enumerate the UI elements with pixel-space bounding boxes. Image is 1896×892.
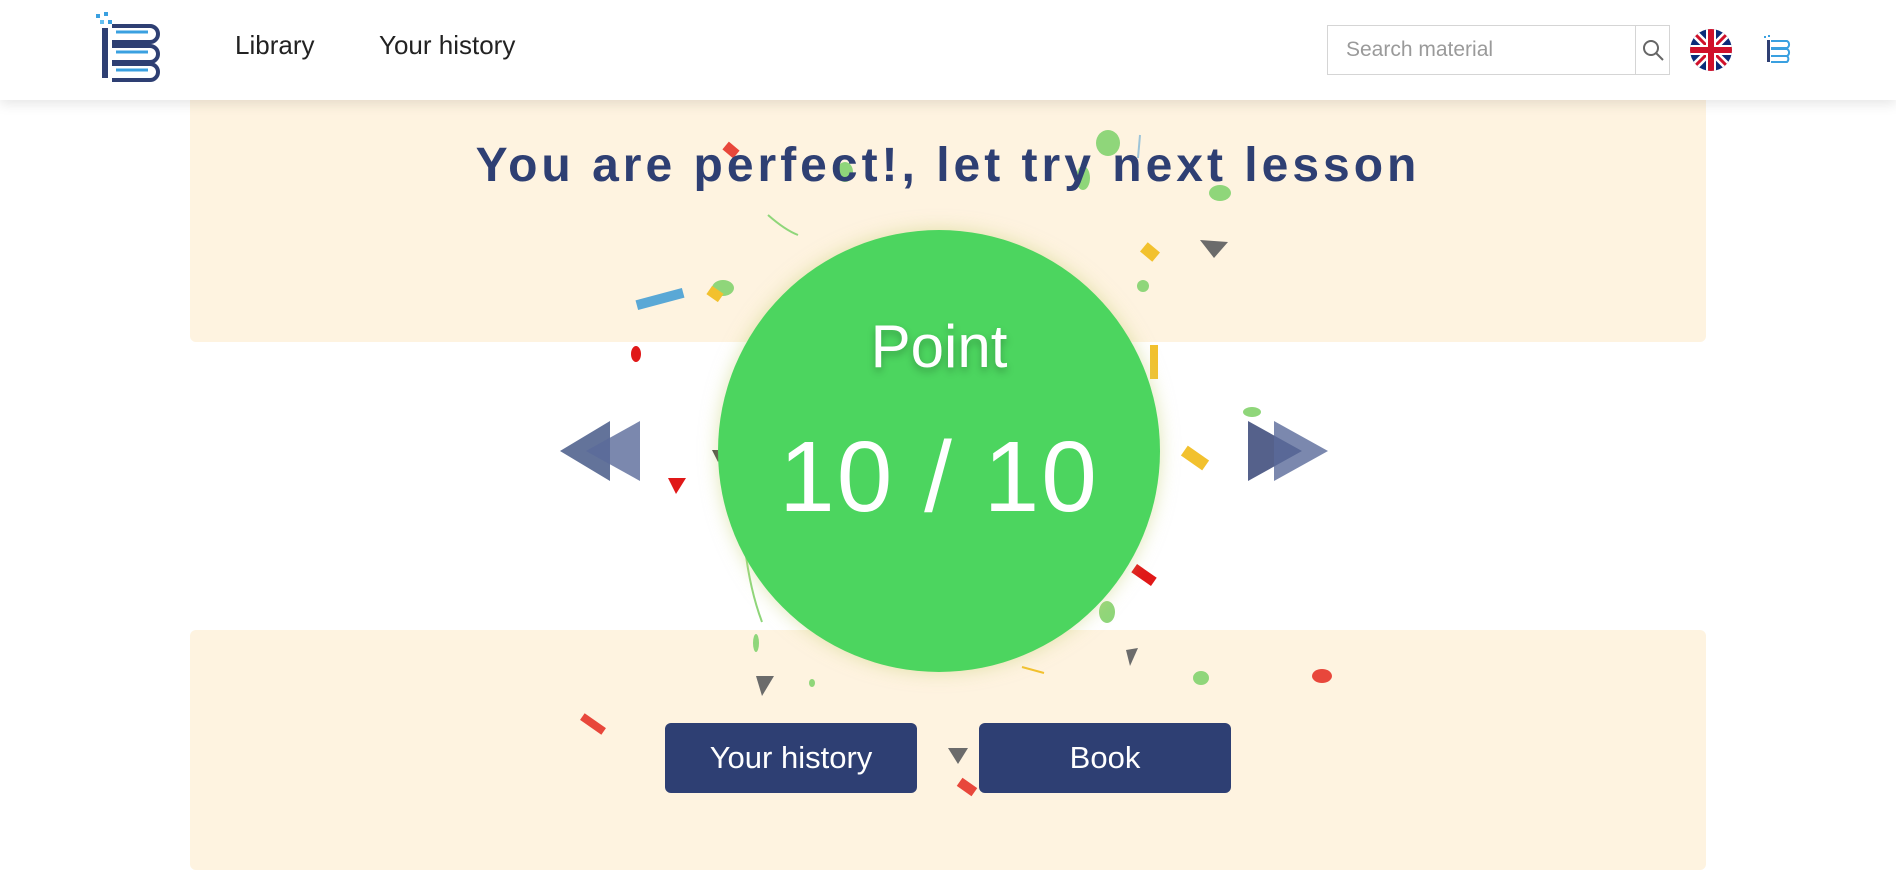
book-button[interactable]: Book — [979, 723, 1231, 793]
result-headline: You are perfect!, let try next lesson — [475, 139, 1421, 192]
user-logo-icon[interactable] — [1763, 35, 1793, 65]
search-icon — [1642, 40, 1664, 61]
your-history-button[interactable]: Your history — [665, 723, 917, 793]
search-input[interactable] — [1328, 26, 1635, 74]
next-lesson-icon[interactable] — [1240, 418, 1330, 484]
previous-lesson-icon[interactable] — [558, 418, 648, 484]
search-box — [1327, 25, 1670, 75]
point-label: Point — [870, 313, 1008, 380]
nav-library[interactable]: Library — [235, 30, 314, 61]
score-value: 10 / 10 — [779, 421, 1099, 533]
header: Library Your history — [0, 0, 1896, 100]
book-logo-icon[interactable] — [94, 12, 166, 84]
score-circle: Point 10 / 10 — [718, 230, 1160, 672]
nav-your-history[interactable]: Your history — [379, 30, 515, 61]
uk-flag-icon[interactable] — [1690, 29, 1732, 71]
search-button[interactable] — [1635, 26, 1669, 74]
